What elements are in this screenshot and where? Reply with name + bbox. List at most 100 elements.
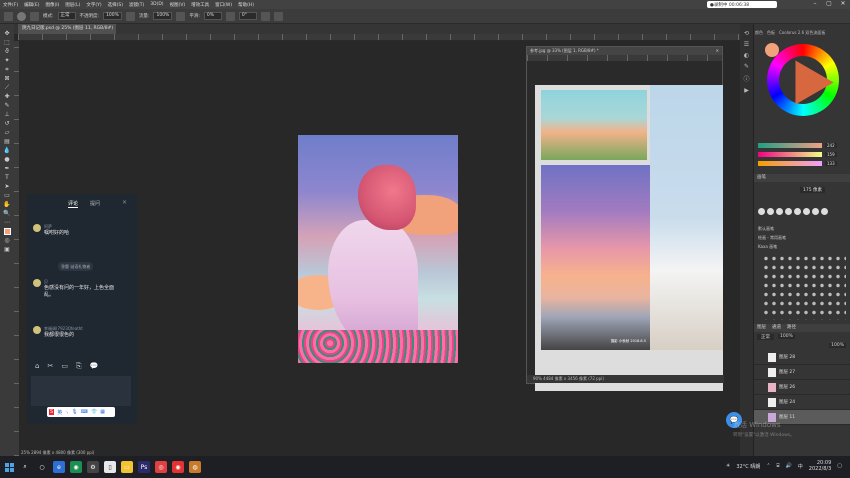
- menu-file[interactable]: 文件(F): [3, 2, 18, 8]
- edge-icon[interactable]: e: [53, 461, 65, 473]
- layer-row[interactable]: 图层 28: [754, 350, 850, 365]
- brush-preset[interactable]: [776, 208, 783, 215]
- properties-icon[interactable]: ☰: [744, 41, 749, 48]
- menu-filter[interactable]: 滤镜(T): [129, 2, 144, 8]
- app-orange-icon[interactable]: ◍: [189, 461, 201, 473]
- brush-size-field[interactable]: 175 像素: [800, 187, 826, 193]
- brush-panel-header[interactable]: 画笔: [754, 174, 850, 182]
- brush-group[interactable]: Kaxa 画笔: [758, 242, 786, 251]
- green-slider[interactable]: 159: [758, 151, 838, 157]
- brush-icons-grid[interactable]: [762, 254, 846, 320]
- recording-indicator[interactable]: ●录制中 00:06:38: [707, 1, 777, 8]
- menu-help[interactable]: 帮助(H): [238, 2, 254, 8]
- screen-mode-icon[interactable]: ▣: [3, 246, 11, 253]
- history-brush-icon[interactable]: ↺: [3, 120, 11, 127]
- app-red-icon[interactable]: ◎: [155, 461, 167, 473]
- photoshop-icon[interactable]: Ps: [138, 461, 150, 473]
- tab-channels[interactable]: 通道: [772, 324, 781, 332]
- menu-plugins[interactable]: 增效工具: [191, 2, 209, 8]
- document-tab[interactable]: 阴九日记版.psd @ 25% (图层 11, RGB/8#): [18, 24, 116, 34]
- microphone-icon[interactable]: 🎙: [71, 409, 77, 415]
- tab-color[interactable]: 颜色: [755, 30, 763, 36]
- tab-coolorus[interactable]: Coolorus 2.6 双色流面板: [779, 30, 825, 36]
- red-slider[interactable]: 242: [758, 142, 838, 148]
- tray-up-icon[interactable]: ⌃: [766, 463, 770, 469]
- copy-icon[interactable]: ⎘: [76, 362, 82, 371]
- menu-layer[interactable]: 图层(L): [65, 2, 80, 8]
- brush-group[interactable]: 默认画笔: [758, 224, 786, 233]
- crop-tool-icon[interactable]: ⌗: [3, 66, 11, 73]
- blue-slider[interactable]: 133: [758, 160, 838, 166]
- weather-icon[interactable]: ☀: [726, 463, 730, 469]
- pressure-size-icon[interactable]: [260, 11, 270, 21]
- close-icon[interactable]: ✕: [716, 47, 719, 55]
- brush-group[interactable]: 绘画 - 常用画笔: [758, 233, 786, 242]
- layer-opacity-field[interactable]: 100%: [778, 334, 795, 339]
- opacity-field[interactable]: 100%: [103, 12, 122, 20]
- home-icon[interactable]: ⌂: [35, 362, 39, 371]
- home-icon[interactable]: [4, 11, 13, 21]
- folder-icon[interactable]: ▭: [121, 461, 133, 473]
- reference-titlebar[interactable]: 参考.jpg @ 33% (图层 1, RGB/8#) * ✕: [527, 47, 722, 55]
- clock[interactable]: 20:09 2022/8/3: [809, 460, 831, 472]
- maximize-icon[interactable]: ▢: [822, 0, 836, 7]
- speech-bubble-icon[interactable]: 💬: [90, 362, 99, 371]
- zoom-tool-icon[interactable]: 🔍: [3, 210, 11, 217]
- current-color-swatch[interactable]: [765, 43, 779, 57]
- brush-preset[interactable]: [803, 208, 810, 215]
- minimize-icon[interactable]: –: [808, 0, 822, 7]
- hand-tool-icon[interactable]: ✋: [3, 201, 11, 208]
- pressure-opacity-icon[interactable]: [125, 11, 135, 21]
- brush-settings-icon[interactable]: [30, 11, 39, 21]
- info-icon[interactable]: ⓘ: [743, 74, 749, 83]
- menu-window[interactable]: 窗口(W): [215, 2, 232, 8]
- menu-type[interactable]: 文字(Y): [86, 2, 101, 8]
- healing-brush-icon[interactable]: ✚: [3, 93, 11, 100]
- red-value[interactable]: 242: [825, 142, 837, 148]
- magic-wand-icon[interactable]: ✦: [3, 57, 11, 64]
- green-value[interactable]: 159: [825, 151, 837, 157]
- ime-lang-icon[interactable]: 英: [57, 409, 62, 416]
- tab-questions[interactable]: 提问: [90, 200, 100, 208]
- ime-toolbar[interactable]: S 英 ·, 🎙 ⌨ 👕 ▦: [47, 407, 115, 417]
- skin-icon[interactable]: 👕: [91, 409, 97, 415]
- dodge-tool-icon[interactable]: ●: [3, 156, 11, 163]
- reference-canvas[interactable]: 摄影 小秋秋 2018.8.5: [535, 85, 723, 391]
- document-icon[interactable]: ▯: [104, 461, 116, 473]
- brush-preset[interactable]: [785, 208, 792, 215]
- stamp-tool-icon[interactable]: ⊥: [3, 111, 11, 118]
- quick-mask-icon[interactable]: ◎: [3, 237, 11, 244]
- flow-field[interactable]: 100%: [153, 12, 173, 20]
- tab-layers[interactable]: 图层: [757, 324, 766, 332]
- angle-field[interactable]: 0°: [238, 12, 257, 20]
- brush-preset[interactable]: [767, 208, 774, 215]
- gradient-tool-icon[interactable]: ▤: [3, 138, 11, 145]
- keyboard-icon[interactable]: ⌨: [81, 409, 88, 415]
- layer-row[interactable]: 图层 26: [754, 380, 850, 395]
- weibo-icon[interactable]: ◉: [172, 461, 184, 473]
- brush-preset[interactable]: [821, 208, 828, 215]
- menu-edit[interactable]: 编辑(E): [24, 2, 39, 8]
- grid-icon[interactable]: ▦: [100, 409, 105, 415]
- brush-icon[interactable]: ✎: [744, 63, 749, 70]
- shape-tool-icon[interactable]: ▭: [3, 192, 11, 199]
- symmetry-icon[interactable]: [273, 11, 283, 21]
- ime-tray-icon[interactable]: 中: [798, 463, 803, 470]
- reference-window[interactable]: 参考.jpg @ 33% (图层 1, RGB/8#) * ✕ 摄影 小秋秋 2…: [526, 46, 724, 391]
- pen-tool-icon[interactable]: ✒: [3, 165, 11, 172]
- blur-tool-icon[interactable]: 💧: [3, 147, 11, 154]
- windows-start-icon[interactable]: [5, 462, 14, 472]
- more-tools-icon[interactable]: ⋯: [3, 219, 11, 226]
- layer-row[interactable]: 图层 27: [754, 365, 850, 380]
- tab-paths[interactable]: 路径: [787, 324, 796, 332]
- chat-input[interactable]: [31, 376, 131, 406]
- smooth-field[interactable]: 0%: [203, 12, 222, 20]
- weather-text[interactable]: 32°C 晴朗: [736, 463, 760, 470]
- search-icon[interactable]: ⌕: [19, 461, 31, 473]
- settings-icon[interactable]: ⚙: [87, 461, 99, 473]
- mode-select[interactable]: 正常: [57, 12, 76, 20]
- marquee-tool-icon[interactable]: ⬚: [3, 39, 11, 46]
- eraser-tool-icon[interactable]: ▱: [3, 129, 11, 136]
- airbrush-icon[interactable]: [176, 11, 186, 21]
- layer-fill-field[interactable]: 100%: [829, 343, 846, 348]
